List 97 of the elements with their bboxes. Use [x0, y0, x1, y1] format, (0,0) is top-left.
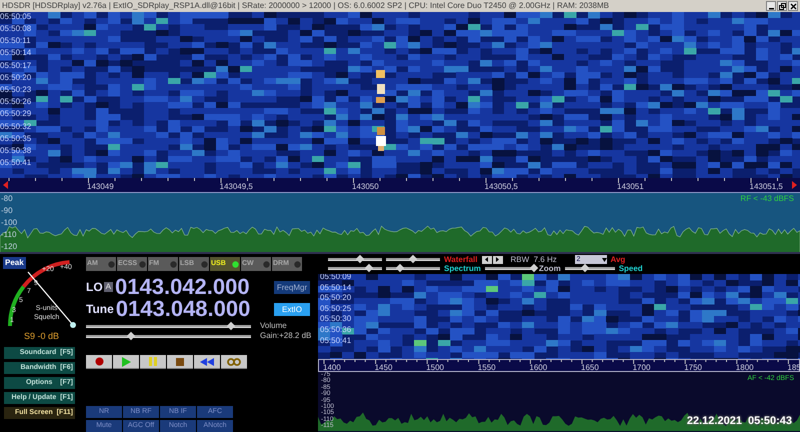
window-title: HDSDR [HDSDRplay] v2.76a | ExtIO_SDRplay_RSP1A.dll@16bit | SRate: 2000000 > 12000 | OS: 6.0.6002 SP2 | CPU: Intel Core Duo T2450 @ 2.00GHz | RAM: 2038MB — [2, 0, 610, 11]
stop-icon — [176, 358, 184, 366]
zoom-caption: Zoom — [538, 264, 561, 273]
level-label: -80 — [1, 192, 14, 205]
slider[interactable] — [564, 267, 615, 270]
frequency-label: 143050,5 — [484, 182, 518, 192]
frequency-label: 1750 — [684, 363, 702, 372]
time-label: 05:50:35 — [0, 132, 32, 145]
time-label: 05:50:14 — [320, 282, 352, 294]
right-marker-icon[interactable] — [792, 180, 797, 189]
play-icon — [122, 356, 130, 366]
frequency-label: 1450 — [374, 363, 392, 372]
time-label: 05:50:08 — [0, 23, 32, 36]
speed-caption: Speed — [618, 264, 643, 273]
time-label: 05:50:41 — [0, 157, 32, 170]
clock-text: 05:50:43 — [748, 415, 792, 428]
frequency-label: 1700 — [632, 363, 650, 372]
loop-icon — [227, 358, 241, 366]
frequency-label: 1600 — [529, 363, 548, 372]
left-marker-icon[interactable] — [3, 180, 8, 189]
frequency-caption: Tune — [86, 302, 114, 316]
pause-icon — [149, 357, 157, 366]
signal-reading: S9 -0 dB — [23, 330, 60, 342]
peak-button[interactable]: Peak — [3, 257, 26, 269]
level-label: -100 — [1, 216, 18, 229]
led-icon — [170, 260, 177, 268]
bank-button[interactable]: A — [104, 282, 114, 292]
level-label: -90 — [1, 204, 14, 217]
volume-caption: Volume — [260, 321, 288, 331]
slider-thumb[interactable] — [395, 264, 404, 272]
side-button[interactable]: FreqMgr — [274, 280, 310, 294]
side-button[interactable]: ExtIO — [274, 302, 310, 316]
led-icon — [232, 260, 239, 268]
rbw-reading: RBW 7.6 Hz — [510, 255, 558, 264]
time-label: 05:50:23 — [0, 84, 32, 96]
gain-reading: Gain:+28.2 dB — [260, 331, 312, 341]
level-label: -110 — [1, 228, 18, 241]
slider-thumb[interactable] — [356, 254, 365, 264]
frequency-label: 143051,5 — [750, 182, 783, 192]
average-caption: Avg — [610, 255, 626, 264]
frequency-label: 143049,5 — [220, 182, 253, 192]
minimize-icon[interactable] — [766, 0, 776, 11]
waterfall-caption: Waterfall — [444, 255, 478, 264]
frequency-label: 143050 — [352, 182, 379, 192]
time-label: 05:50:30 — [320, 314, 352, 325]
time-label: 05:50:25 — [320, 304, 352, 314]
transport-button[interactable] — [194, 355, 220, 369]
slider-thumb[interactable] — [126, 332, 135, 340]
date-text: 22.12.2021 — [686, 415, 742, 428]
slider-thumb[interactable] — [408, 254, 418, 264]
dropdown-caret-icon — [602, 258, 606, 262]
restore-icon[interactable] — [777, 0, 787, 11]
time-label: 05:50:26 — [0, 96, 32, 108]
rf-level-reading: RF < -43 dBFS — [740, 194, 794, 204]
frequency-display[interactable]: 0143.048.000 — [116, 298, 250, 320]
spectrum-caption: Spectrum — [444, 264, 481, 273]
transport-button[interactable] — [113, 355, 139, 369]
slider-thumb[interactable] — [530, 264, 538, 272]
time-label: 05:50:20 — [0, 72, 32, 84]
frequency-label: 143049 — [87, 182, 114, 192]
time-label: 05:50:11 — [0, 35, 32, 48]
previous-button[interactable] — [482, 256, 492, 264]
time-label: 05:50:38 — [0, 145, 32, 158]
slider-thumb[interactable] — [364, 264, 373, 272]
time-label: 05:50:20 — [320, 293, 352, 304]
transport-button[interactable] — [140, 355, 166, 369]
next-button[interactable] — [492, 256, 502, 264]
frequency-display[interactable]: 0143.042.000 — [115, 276, 250, 298]
frequency-label: 1500 — [426, 363, 444, 372]
time-label: 05:50:32 — [0, 120, 32, 133]
frequency-label: 1800 — [736, 363, 754, 372]
led-icon — [294, 260, 301, 268]
time-label: 05:50:36 — [320, 324, 352, 336]
rewind-icon — [200, 358, 214, 366]
time-label: 05:50:29 — [0, 108, 32, 120]
led-icon — [139, 260, 146, 268]
transport-button[interactable] — [221, 355, 247, 369]
time-label: 05:50:17 — [0, 60, 32, 72]
led-icon — [201, 260, 208, 268]
close-icon[interactable] — [788, 0, 798, 11]
frequency-caption: LO — [86, 280, 103, 294]
level-label: -120 — [1, 240, 18, 252]
led-icon — [108, 260, 115, 268]
led-icon — [263, 260, 270, 268]
time-label: 05:50:05 — [0, 12, 32, 23]
caret-right-icon — [496, 257, 499, 262]
frequency-label: 143051 — [617, 182, 644, 192]
caret-left-icon — [485, 257, 488, 262]
transport-button[interactable] — [86, 355, 112, 369]
slider-thumb[interactable] — [226, 322, 236, 330]
frequency-label: 1650 — [581, 363, 599, 372]
time-label: 05:50:14 — [0, 47, 32, 60]
transport-button[interactable] — [167, 355, 193, 369]
frequency-label: 1400 — [323, 363, 341, 372]
record-icon — [94, 357, 104, 366]
time-label: 05:50:41 — [320, 336, 352, 346]
frequency-label: 1550 — [478, 363, 496, 372]
